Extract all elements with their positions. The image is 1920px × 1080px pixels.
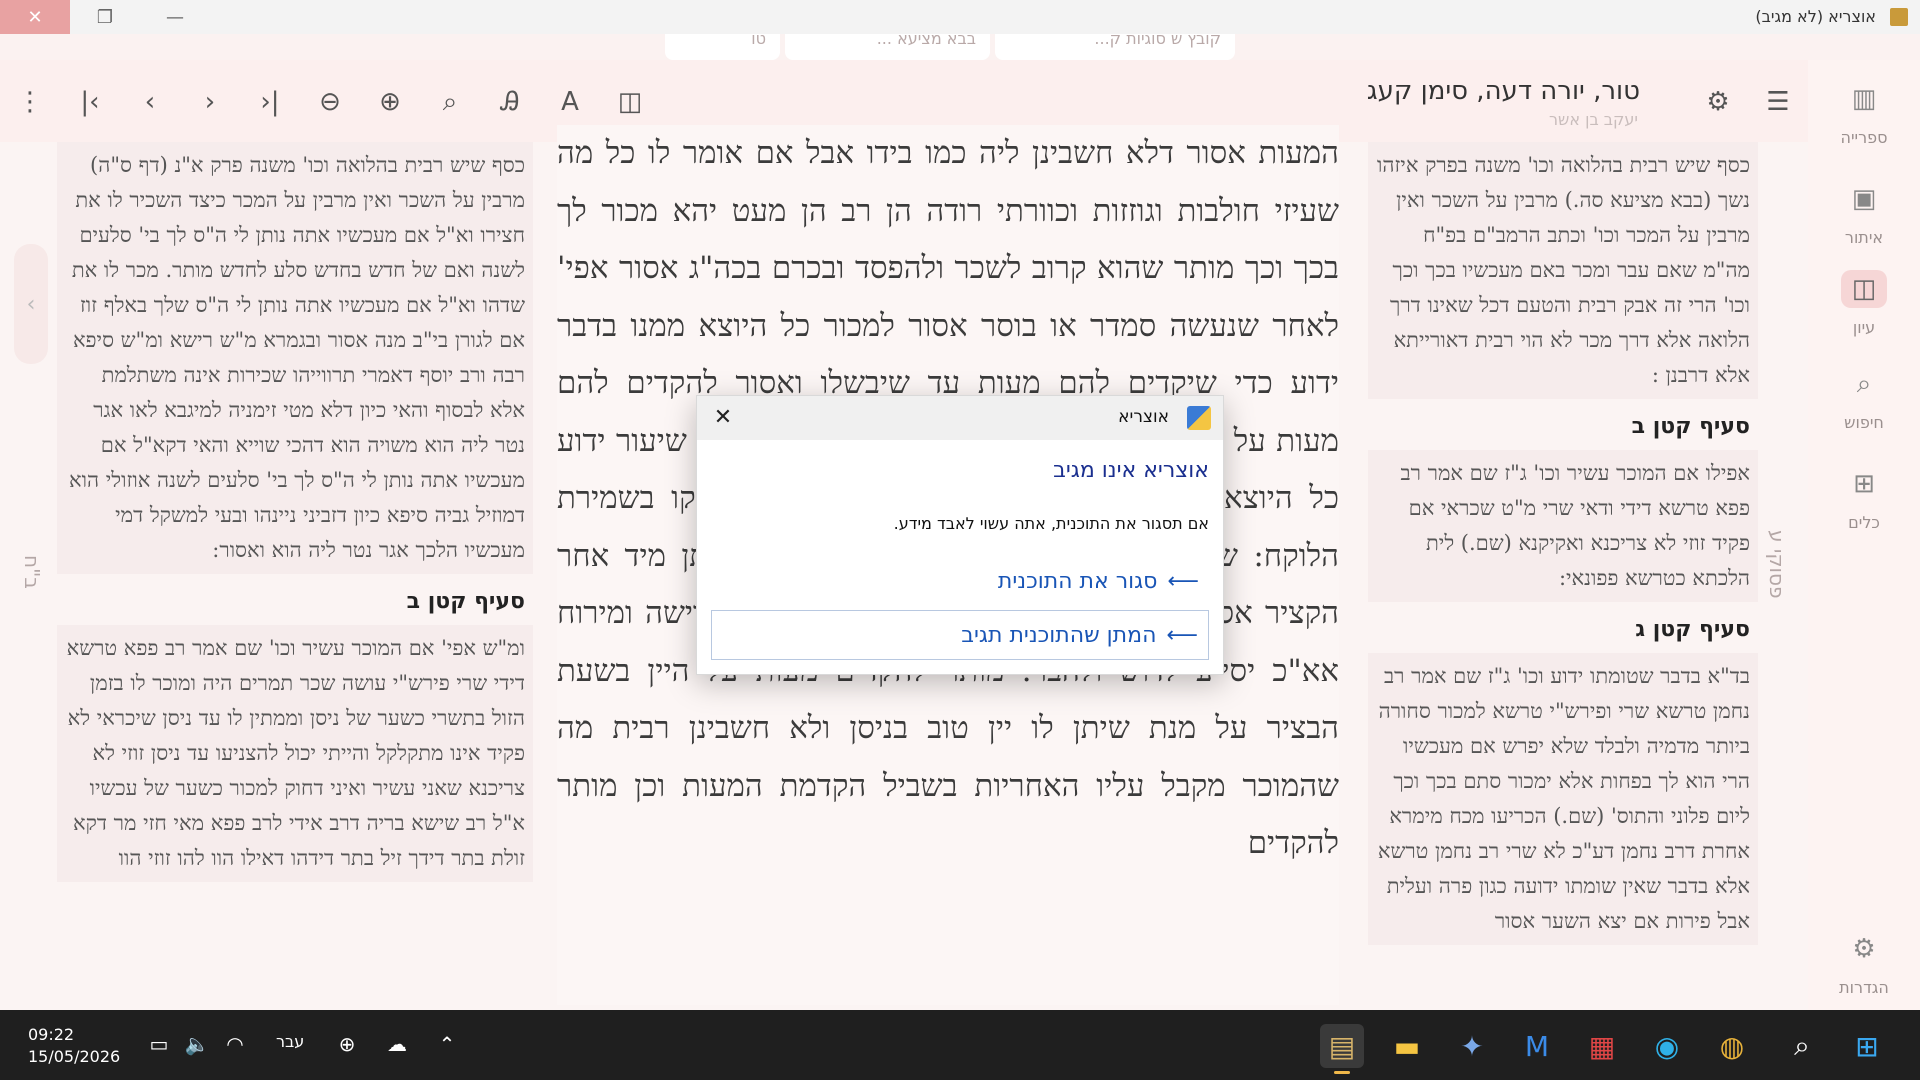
zoom-in-icon[interactable]: ⊕ bbox=[370, 82, 410, 122]
wait-label: המתן שהתוכנית תגיב bbox=[961, 622, 1157, 648]
nikud-toggle-icon[interactable]: Ꭿ bbox=[490, 82, 530, 122]
reading-icon: ◫ bbox=[1841, 270, 1887, 308]
title-bar: ✕ ❐ — אוצריא (לא מגיב) bbox=[0, 0, 1920, 34]
wait-for-program-button[interactable]: ⟵ המתן שהתוכנית תגיב bbox=[711, 610, 1209, 660]
left-panel-label: ב"ח bbox=[20, 555, 44, 589]
language-indicator[interactable]: עבר bbox=[276, 1032, 304, 1051]
commentary-paragraph: כסף שיש רבית בהלואה וכו' משנה פרק א"נ (ד… bbox=[57, 142, 533, 574]
search-icon[interactable]: ⌕ bbox=[1780, 1024, 1824, 1068]
rail-reading[interactable]: ◫ עיון bbox=[1808, 270, 1920, 337]
rail-label: חיפוש bbox=[1844, 413, 1884, 432]
split-view-icon[interactable]: ◫ bbox=[610, 82, 650, 122]
store-app-icon[interactable]: ✦ bbox=[1450, 1024, 1494, 1068]
tab-1[interactable]: קובץ ש סוגיות ק... bbox=[995, 34, 1235, 60]
edge-icon[interactable]: ◉ bbox=[1645, 1024, 1689, 1068]
zoom-out-icon[interactable]: ⊖ bbox=[310, 82, 350, 122]
otzaria-taskbar-icon[interactable]: ▤ bbox=[1320, 1024, 1364, 1074]
library-icon: ▥ bbox=[1851, 84, 1877, 114]
rail-library[interactable]: ▥ ספרייה bbox=[1808, 80, 1920, 147]
app-icon bbox=[1187, 406, 1211, 430]
hamburger-menu-icon[interactable]: ☰ bbox=[1758, 82, 1798, 122]
commentary-heading: סעיף קטן ב bbox=[406, 589, 525, 614]
m-app-icon[interactable]: M bbox=[1515, 1024, 1559, 1068]
date: 15/05/2026 bbox=[28, 1047, 121, 1066]
close-program-button[interactable]: ⟵ סגור את התוכנית bbox=[719, 556, 1199, 606]
tools-icon: ⊞ bbox=[1853, 469, 1875, 499]
restore-window-button[interactable]: ❐ bbox=[70, 0, 140, 34]
close-program-label: סגור את התוכנית bbox=[997, 568, 1158, 594]
search-text-icon[interactable]: ⌕ bbox=[430, 82, 470, 122]
next-icon[interactable]: › bbox=[190, 82, 230, 122]
document-title: טור, יורה דעה, סימן קעג bbox=[1366, 76, 1640, 106]
view-settings-icon[interactable]: ⚙ bbox=[1698, 82, 1738, 122]
tab-2[interactable]: בבא מציעא ... bbox=[785, 34, 990, 60]
chevron-up-icon[interactable]: ⌃ bbox=[432, 1032, 462, 1058]
copilot-tray-icon[interactable]: ⊕ bbox=[332, 1032, 362, 1058]
book-app-icon[interactable]: ▦ bbox=[1580, 1024, 1624, 1068]
file-explorer-icon[interactable]: ▬ bbox=[1385, 1024, 1429, 1068]
commentary-paragraph: אפילו אם המוכר עשיר וכו' ג"ז שם אמר רב פ… bbox=[1368, 450, 1758, 602]
last-page-icon[interactable]: ›| bbox=[250, 82, 290, 122]
close-window-button[interactable]: ✕ bbox=[0, 0, 70, 34]
wifi-icon[interactable]: ◠ bbox=[220, 1032, 250, 1058]
start-menu-icon[interactable]: ⊞ bbox=[1845, 1024, 1889, 1068]
dialog-message: אם תסגור את התוכנית, אתה עשוי לאבד מידע. bbox=[893, 514, 1209, 533]
arrow-left-icon: ⟵ bbox=[1167, 568, 1199, 594]
rail-settings[interactable]: ⚙ הגדרות bbox=[1808, 930, 1920, 997]
window-title: אוצריא (לא מגיב) bbox=[1755, 7, 1876, 26]
collapse-panel-handle[interactable]: ‹ bbox=[14, 244, 48, 364]
rail-search[interactable]: ⌕ חיפוש bbox=[1808, 365, 1920, 432]
close-icon[interactable]: ✕ bbox=[707, 402, 739, 434]
dialog-title: אוצריא אינו מגיב bbox=[1053, 458, 1209, 483]
arrow-left-icon: ⟵ bbox=[1166, 622, 1198, 648]
chrome-icon[interactable]: ◍ bbox=[1710, 1024, 1754, 1068]
rail-label: איתור bbox=[1844, 228, 1884, 247]
battery-icon[interactable]: ▭ bbox=[144, 1032, 174, 1058]
rail-label: ספרייה bbox=[1840, 128, 1888, 147]
search-icon: ⌕ bbox=[1856, 369, 1872, 399]
commentary-heading: סעיף קטן ג bbox=[1635, 617, 1750, 642]
taskbar: 09:22 15/05/2026 ▭ 🔈 ◠ עבר ⊕ ☁ ⌃ ▤ ▬ ✦ M… bbox=[0, 1010, 1920, 1080]
clock[interactable]: 09:22 15/05/2026 bbox=[28, 1024, 120, 1068]
commentary-paragraph: ומ"ש אפי' אם המוכר עשיר וכו' שם אמר רב פ… bbox=[57, 625, 533, 882]
not-responding-dialog: אוצריא ✕ אוצריא אינו מגיב אם תסגור את הת… bbox=[696, 395, 1224, 675]
font-size-icon[interactable]: A bbox=[550, 82, 590, 122]
rail-label: עיון bbox=[1852, 318, 1876, 337]
tab-strip: קובץ ש סוגיות ק... בבא מציעא ... טו bbox=[0, 34, 1920, 60]
rail-label: הגדרות bbox=[1839, 978, 1889, 997]
dialog-header: אוצריא ✕ bbox=[697, 396, 1223, 440]
document-author: יעקב בן אשר bbox=[1548, 110, 1638, 129]
right-panel-label: פסוקי ע bbox=[1765, 530, 1789, 599]
volume-icon[interactable]: 🔈 bbox=[182, 1032, 212, 1058]
commentary-paragraph: כסף שיש רבית בהלואה וכו' משנה בפרק איזהו… bbox=[1368, 142, 1758, 399]
find-book-icon: ▣ bbox=[1851, 184, 1877, 214]
settings-icon: ⚙ bbox=[1852, 934, 1876, 964]
commentary-paragraph: בד"א בדבר שטומתו ידוע וכו' ג"ז שם אמר רב… bbox=[1368, 653, 1758, 945]
rail-find[interactable]: ▣ איתור bbox=[1808, 180, 1920, 247]
time: 09:22 bbox=[28, 1025, 75, 1044]
rail-label: כלים bbox=[1848, 513, 1880, 532]
previous-icon[interactable]: ‹ bbox=[130, 82, 170, 122]
dialog-caption: אוצריא bbox=[1118, 407, 1169, 427]
right-commentary-panel: כסף שיש רבית בהלואה וכו' משנה בפרק איזהו… bbox=[1368, 142, 1758, 1010]
app-icon bbox=[1890, 8, 1908, 26]
minimize-window-button[interactable]: — bbox=[140, 0, 210, 34]
tab-3[interactable]: טו bbox=[665, 34, 780, 60]
navigation-rail: ▥ ספרייה ▣ איתור ◫ עיון ⌕ חיפוש ⊞ כלים ⚙… bbox=[1808, 60, 1920, 1010]
commentary-heading: סעיף קטן ב bbox=[1631, 414, 1750, 439]
cloud-icon[interactable]: ☁ bbox=[382, 1032, 412, 1058]
first-page-icon[interactable]: |‹ bbox=[70, 82, 110, 122]
left-commentary-panel: כסף שיש רבית בהלואה וכו' משנה פרק א"נ (ד… bbox=[57, 142, 533, 1010]
more-menu-icon[interactable]: ⋮ bbox=[10, 82, 50, 122]
rail-tools[interactable]: ⊞ כלים bbox=[1808, 465, 1920, 532]
